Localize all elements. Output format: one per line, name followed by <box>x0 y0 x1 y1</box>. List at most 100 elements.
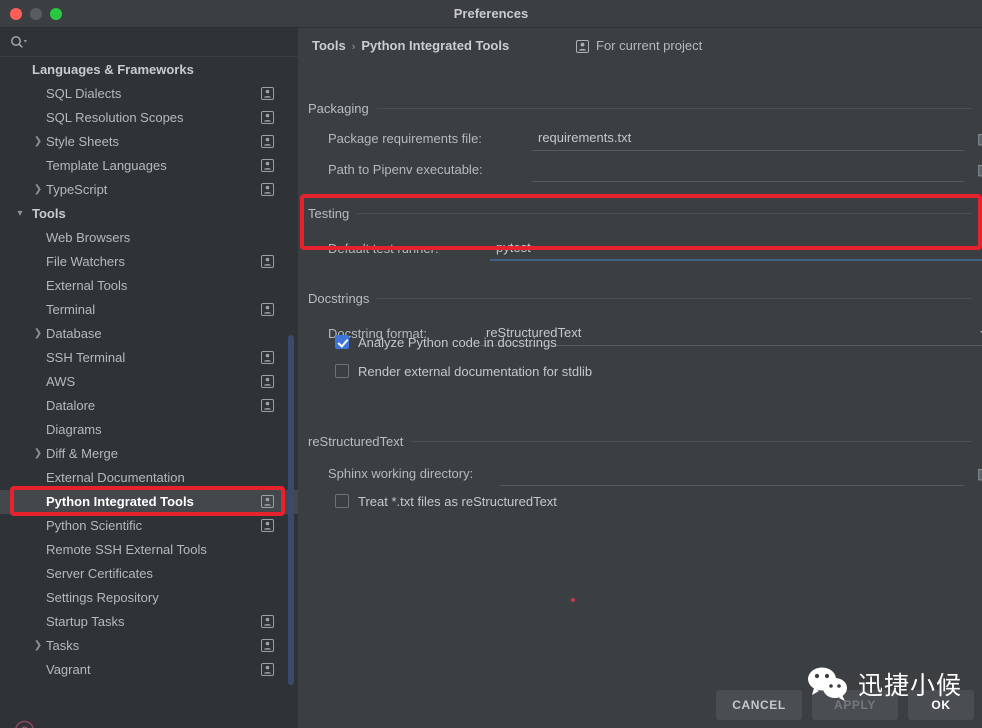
project-user-icon <box>261 519 274 532</box>
sidebar-item-label: Web Browsers <box>46 230 131 245</box>
project-user-icon <box>261 111 274 124</box>
folder-icon[interactable] <box>978 467 982 481</box>
render-external-docs-label: Render external documentation for stdlib <box>358 363 593 379</box>
sidebar-item-label: SSH Terminal <box>46 350 126 365</box>
sidebar-item-sql-dialects[interactable]: SQL Dialects <box>0 82 298 106</box>
analyze-python-code-checkbox-row[interactable]: Analyze Python code in docstrings <box>335 332 557 352</box>
sidebar-item-typescript[interactable]: ❯ TypeScript <box>0 178 298 202</box>
sidebar-item-label: Terminal <box>46 302 96 317</box>
project-user-icon <box>261 255 274 268</box>
analyze-python-code-checkbox[interactable] <box>335 335 349 349</box>
chevron-right-icon[interactable]: ❯ <box>32 442 44 466</box>
folder-icon[interactable] <box>978 163 982 177</box>
default-test-runner-row: Default test runner: pytest <box>328 237 982 261</box>
sidebar-item-ssh-terminal[interactable]: SSH Terminal <box>0 346 298 370</box>
package-requirements-row: Package requirements file: requirements.… <box>328 127 982 151</box>
sidebar-item-diagrams[interactable]: Diagrams <box>0 418 298 442</box>
sidebar-item-label: Settings Repository <box>46 590 159 605</box>
treat-txt-as-rst-checkbox[interactable] <box>335 494 349 508</box>
sidebar-item-python-integrated-tools[interactable]: Python Integrated Tools <box>0 490 298 514</box>
sidebar-item-style-sheets[interactable]: ❯ Style Sheets <box>0 130 298 154</box>
render-external-docs-checkbox-row[interactable]: Render external documentation for stdlib <box>335 361 592 381</box>
search-icon <box>11 36 27 48</box>
chevron-right-icon[interactable]: ❯ <box>32 178 44 202</box>
project-user-icon <box>261 375 274 388</box>
default-test-runner-value: pytest <box>496 240 531 255</box>
sidebar-item-remote-ssh-external-tools[interactable]: Remote SSH External Tools <box>0 538 298 562</box>
sidebar-item-label: Datalore <box>46 398 96 413</box>
chevron-right-icon[interactable]: ❯ <box>32 322 44 346</box>
sidebar-item-sql-resolution-scopes[interactable]: SQL Resolution Scopes <box>0 106 298 130</box>
sidebar-item-database[interactable]: ❯ Database <box>0 322 298 346</box>
sidebar-item-aws[interactable]: AWS <box>0 370 298 394</box>
preferences-window: Preferences Languages & Frameworks SQL Di… <box>0 0 982 728</box>
project-user-icon <box>261 183 274 196</box>
sidebar-item-languages-frameworks[interactable]: Languages & Frameworks <box>0 58 298 82</box>
help-question-icon[interactable]: ? <box>14 720 35 728</box>
sidebar-item-label: Diagrams <box>46 422 102 437</box>
sidebar-item-label: Diff & Merge <box>46 446 119 461</box>
sidebar-item-label: Tools <box>32 206 66 221</box>
sphinx-working-directory-field[interactable] <box>500 462 964 486</box>
section-header-restructuredtext: reStructuredText <box>308 433 972 449</box>
sidebar-item-label: TypeScript <box>46 182 108 197</box>
analyze-python-code-label: Analyze Python code in docstrings <box>358 334 557 350</box>
sidebar-item-label: Database <box>46 326 102 341</box>
sidebar-item-label: Startup Tasks <box>46 614 125 629</box>
sidebar-item-external-tools[interactable]: External Tools <box>0 274 298 298</box>
chevron-right-icon[interactable]: ❯ <box>32 130 44 154</box>
sidebar-item-startup-tasks[interactable]: Startup Tasks <box>0 610 298 634</box>
search-input[interactable] <box>32 32 291 54</box>
sidebar-item-template-languages[interactable]: Template Languages <box>0 154 298 178</box>
cancel-button[interactable]: CANCEL <box>716 690 802 720</box>
sidebar-item-python-scientific[interactable]: Python Scientific <box>0 514 298 538</box>
pipenv-path-field[interactable] <box>532 158 964 182</box>
pipenv-path-label: Path to Pipenv executable: <box>328 162 483 177</box>
ok-button[interactable]: OK <box>908 690 974 720</box>
project-user-icon <box>261 159 274 172</box>
treat-txt-as-rst-label: Treat *.txt files as reStructuredText <box>358 493 557 509</box>
settings-tree: Languages & Frameworks SQL Dialects SQL Re… <box>0 58 298 698</box>
sidebar-item-tasks[interactable]: ❯ Tasks <box>0 634 298 658</box>
section-rule <box>376 107 972 109</box>
sidebar-item-tools[interactable]: ▾ Tools <box>0 202 298 226</box>
cursor-dot <box>571 598 575 602</box>
section-header-docstrings: Docstrings <box>308 290 972 306</box>
sidebar-item-label: External Documentation <box>46 470 185 485</box>
search-bar[interactable] <box>0 28 298 57</box>
sidebar-item-diff-merge[interactable]: ❯ Diff & Merge <box>0 442 298 466</box>
breadcrumb: Tools › Python Integrated Tools <box>312 37 509 55</box>
project-scope-label: For current project <box>596 38 703 53</box>
settings-detail-panel: Tools › Python Integrated Tools For curren… <box>298 28 982 728</box>
chevron-down-icon[interactable]: ▾ <box>14 202 26 226</box>
sidebar-item-external-documentation[interactable]: External Documentation <box>0 466 298 490</box>
section-rule <box>411 440 972 442</box>
render-external-docs-checkbox[interactable] <box>335 364 349 378</box>
breadcrumb-current: Python Integrated Tools <box>361 38 510 53</box>
breadcrumb-parent[interactable]: Tools <box>312 38 346 53</box>
sidebar-item-file-watchers[interactable]: File Watchers <box>0 250 298 274</box>
folder-icon[interactable] <box>978 132 982 146</box>
project-user-icon <box>261 639 274 652</box>
section-header-testing: Testing <box>308 205 972 221</box>
apply-button[interactable]: APPLY <box>812 690 898 720</box>
sidebar-item-settings-repository[interactable]: Settings Repository <box>0 586 298 610</box>
sidebar-item-terminal[interactable]: Terminal <box>0 298 298 322</box>
sidebar-item-web-browsers[interactable]: Web Browsers <box>0 226 298 250</box>
project-user-icon <box>261 399 274 412</box>
default-test-runner-label: Default test runner: <box>328 241 439 256</box>
sidebar-item-vagrant[interactable]: Vagrant <box>0 658 298 682</box>
sphinx-working-directory-label: Sphinx working directory: <box>328 466 474 481</box>
sidebar-item-datalore[interactable]: Datalore <box>0 394 298 418</box>
sidebar-item-server-certificates[interactable]: Server Certificates <box>0 562 298 586</box>
package-requirements-field[interactable]: requirements.txt <box>532 127 964 151</box>
chevron-right-icon[interactable]: ❯ <box>32 634 44 658</box>
default-test-runner-combobox[interactable]: pytest <box>490 237 982 261</box>
title-bar: Preferences <box>0 0 982 28</box>
sidebar-item-label: Template Languages <box>46 158 167 173</box>
sidebar-scrollbar[interactable] <box>288 335 294 685</box>
sidebar-item-label: Server Certificates <box>46 566 153 581</box>
treat-txt-as-rst-checkbox-row[interactable]: Treat *.txt files as reStructuredText <box>335 491 557 511</box>
pipenv-path-row: Path to Pipenv executable: <box>328 158 982 182</box>
breadcrumb-separator-icon: › <box>351 41 356 53</box>
